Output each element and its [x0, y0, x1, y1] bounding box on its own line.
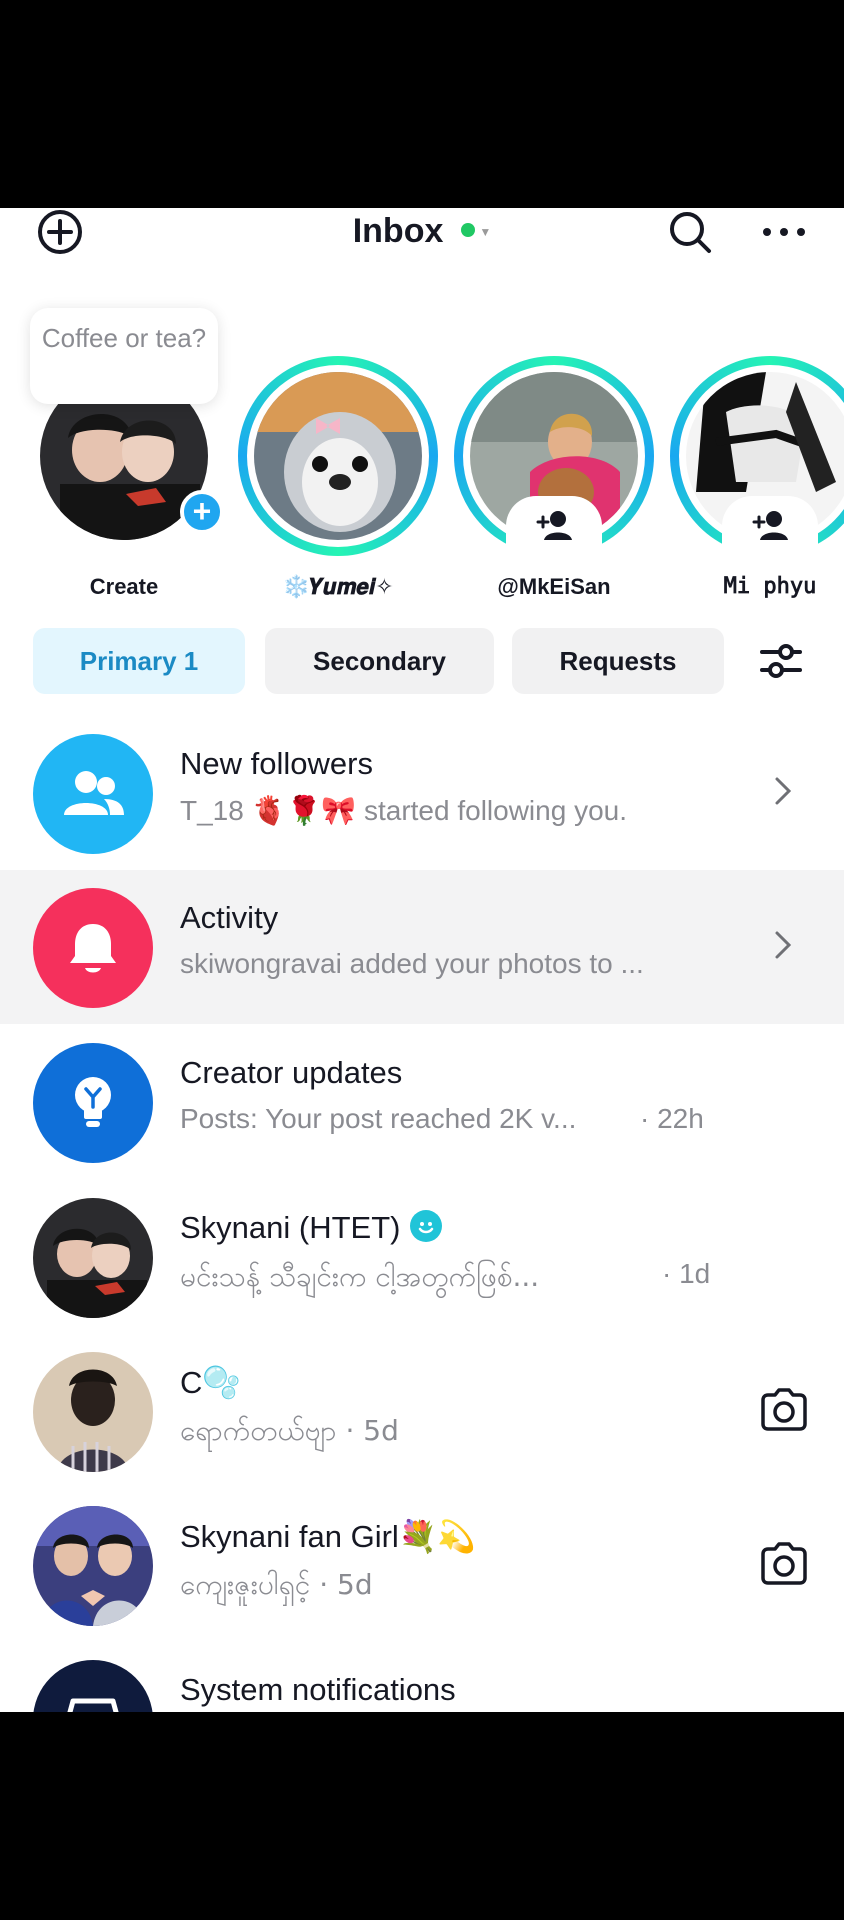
list-item-conversation[interactable]: Skynani (HTET) မင်းသန့် သီချင်းက ငါ့အတွက…: [0, 1180, 844, 1334]
list-item-activity[interactable]: Activity skiwongravai added your photos …: [0, 870, 844, 1024]
story-label: 𝙼𝚒 𝚙𝚑𝚢𝚞: [723, 574, 817, 599]
note-bubble[interactable]: Coffee or tea?: [30, 308, 218, 404]
avatar: [33, 1352, 153, 1472]
story-label: @MkEiSan: [497, 574, 611, 599]
row-subtitle: Posts: Your post reached 2K v...: [180, 1103, 577, 1134]
online-status-dot: [461, 223, 476, 237]
filter-settings-icon[interactable]: [756, 636, 806, 686]
list-item-conversation[interactable]: C🫧 ရောက်တယ်ဗျာ · 5d: [0, 1334, 844, 1488]
follow-button[interactable]: [506, 496, 602, 556]
row-title: System notifications: [180, 1672, 456, 1707]
avatar: [33, 1506, 153, 1626]
tab-label: Secondary: [313, 645, 446, 676]
row-subtitle: မင်းသန့် သီချင်းက ငါ့အတွက်ဖြစ်...: [180, 1260, 540, 1293]
inbox-screen: Inbox ▼ Coffee or tea? + Create ❄️𝒀𝒖𝒎𝒆𝒊✧…: [0, 208, 844, 1712]
tab-primary[interactable]: Primary 1: [33, 628, 245, 694]
people-icon: [33, 734, 153, 854]
add-user-icon: [536, 511, 572, 540]
search-icon[interactable]: [664, 208, 716, 256]
bell-icon: [33, 888, 153, 1008]
row-title: C🫧: [180, 1365, 241, 1400]
inbox-icon: [33, 1660, 153, 1712]
row-title: New followers: [180, 746, 373, 781]
story-label: ❄️𝒀𝒖𝒎𝒆𝒊✧: [282, 574, 394, 599]
chevron-right-icon: [768, 768, 798, 814]
list-item-system-notifications[interactable]: System notifications: [0, 1642, 844, 1712]
row-title: Skynani (HTET): [180, 1210, 443, 1246]
row-title: Activity: [180, 900, 279, 935]
story-ring: [238, 356, 438, 556]
list-item-new-followers[interactable]: New followers T_18 🫀🌹🎀 started following…: [0, 716, 844, 870]
chevron-right-icon: [768, 922, 798, 968]
note-bubble-text: Coffee or tea?: [41, 323, 207, 353]
chevron-down-icon: ▼: [479, 225, 492, 239]
avatar: [254, 372, 422, 540]
row-title: Creator updates: [180, 1055, 403, 1090]
add-user-icon: [752, 511, 788, 540]
story-ring: [454, 356, 654, 556]
tab-requests[interactable]: Requests: [512, 628, 724, 694]
row-timestamp: · 22h: [640, 1103, 704, 1134]
inbox-tabs: Primary 1 Secondary Requests: [0, 628, 844, 698]
more-options-icon[interactable]: [758, 208, 810, 256]
verified-badge-icon: [410, 1210, 443, 1242]
camera-icon[interactable]: [756, 1382, 812, 1438]
follow-button[interactable]: [722, 496, 818, 556]
story-item[interactable]: ❄️𝒀𝒖𝒎𝒆𝒊✧: [238, 356, 438, 600]
avatar: [33, 1198, 153, 1318]
header: Inbox ▼: [0, 208, 844, 258]
row-timestamp: · 1d: [662, 1258, 711, 1289]
tab-secondary[interactable]: Secondary: [265, 628, 494, 694]
row-title: Skynani fan Girl💐💫: [180, 1519, 477, 1554]
list-item-creator-updates[interactable]: Creator updates Posts: Your post reached…: [0, 1025, 844, 1179]
tab-label: Requests: [559, 645, 677, 676]
row-subtitle: ကျေးဇူးပါရှင့် · 5d: [180, 1568, 373, 1601]
row-title-text: Skynani (HTET): [180, 1210, 401, 1245]
page-title[interactable]: Inbox ▼: [0, 212, 844, 251]
story-ring: [670, 356, 844, 556]
story-item[interactable]: 𝙼𝚒 𝚙𝚑𝚢𝚞: [670, 356, 844, 599]
stories-row: Coffee or tea? + Create ❄️𝒀𝒖𝒎𝒆𝒊✧ @MkEiSa…: [0, 298, 844, 599]
row-subtitle: skiwongravai added your photos to ...: [180, 948, 644, 979]
page-title-text: Inbox: [352, 212, 444, 250]
row-subtitle: T_18 🫀🌹🎀 started following you.: [180, 795, 628, 826]
list-item-conversation[interactable]: Skynani fan Girl💐💫 ကျေးဇူးပါရှင့် · 5d: [0, 1488, 844, 1642]
add-story-button[interactable]: +: [180, 490, 224, 534]
story-label: Create: [89, 574, 159, 599]
row-subtitle: ရောက်တယ်ဗျာ · 5d: [180, 1414, 399, 1447]
lightbulb-icon: [33, 1043, 153, 1163]
camera-icon[interactable]: [756, 1536, 812, 1592]
story-item[interactable]: @MkEiSan: [454, 356, 654, 600]
tab-label: Primary 1: [79, 645, 199, 676]
